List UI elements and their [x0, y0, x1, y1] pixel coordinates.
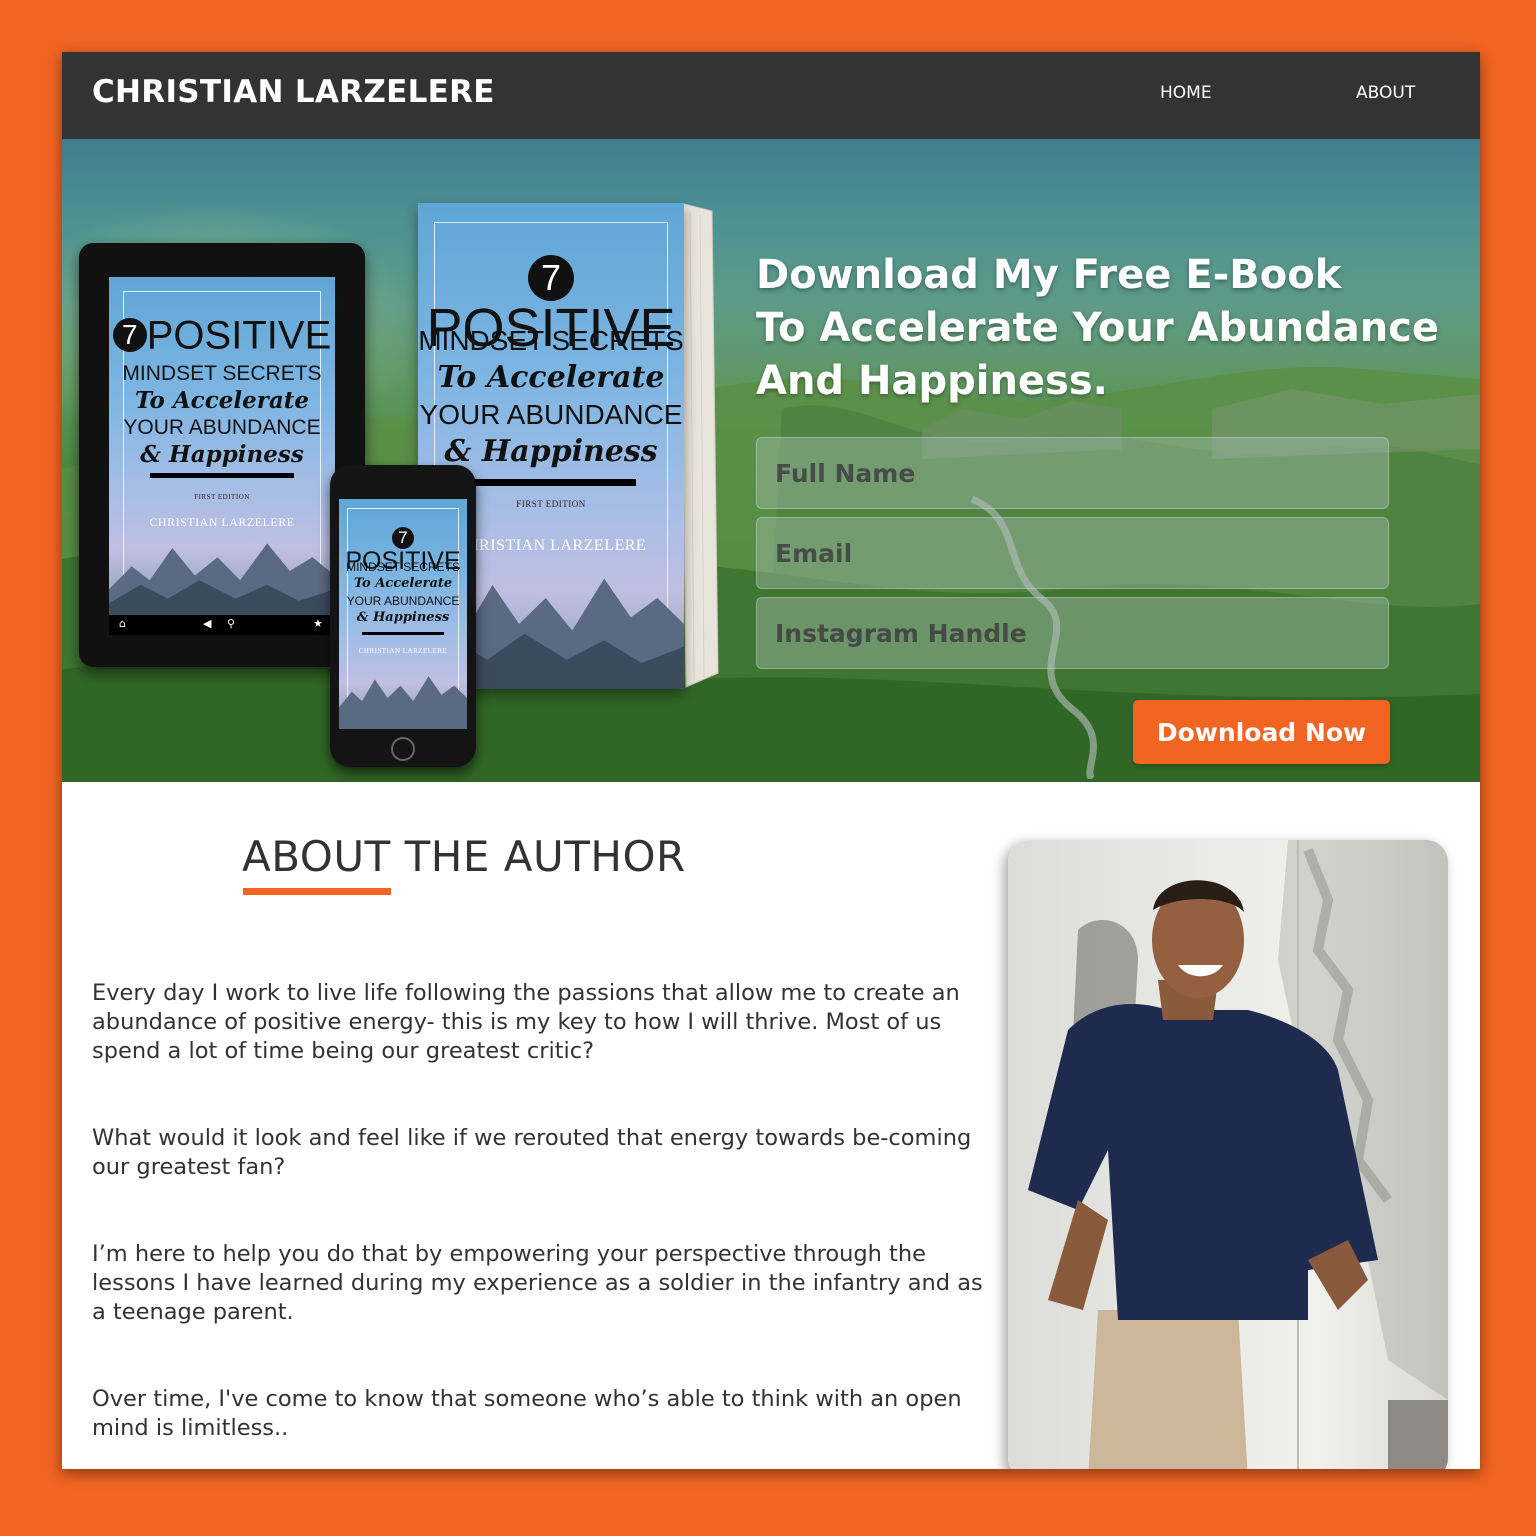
tablet-book-cover: 7 POSITIVE MINDSET SECRETS To Accelerate … — [109, 277, 335, 617]
phone-device: 7POSITIVE MINDSET SECRETS To Accelerate … — [330, 465, 476, 767]
site-brand[interactable]: CHRISTIAN LARZELERE — [92, 74, 495, 110]
top-navigation-bar: CHRISTIAN LARZELERE HOME ABOUT — [62, 52, 1480, 139]
back-arrow-icon: ◀ — [203, 617, 212, 630]
heading-underline — [243, 888, 391, 895]
about-paragraph: Every day I work to live life following … — [92, 980, 960, 1064]
tablet-nav-bar: ⌂ ◀ ⚲ ★ — [109, 615, 335, 635]
about-paragraph: What would it look and feel like if we r… — [92, 1125, 972, 1180]
phone-book-cover: 7POSITIVE MINDSET SECRETS To Accelerate … — [339, 499, 467, 729]
nav-about-link[interactable]: ABOUT — [1356, 83, 1415, 103]
search-icon: ⚲ — [227, 617, 236, 630]
hero-section: 7 POSITIVE MINDSET SECRETS To Accelerate … — [62, 139, 1480, 782]
nav-home-link[interactable]: HOME — [1160, 83, 1212, 103]
hero-headline: Download My Free E-Book To Accelerate Yo… — [756, 252, 1440, 404]
author-photo — [1008, 840, 1448, 1469]
about-heading: ABOUT THE AUTHOR — [242, 832, 686, 881]
download-now-button[interactable]: Download Now — [1133, 700, 1390, 764]
about-paragraph: I’m here to help you do that by empoweri… — [92, 1241, 983, 1325]
full-name-input[interactable] — [756, 437, 1389, 509]
tablet-device: 7 POSITIVE MINDSET SECRETS To Accelerate … — [79, 243, 365, 667]
email-input[interactable] — [756, 517, 1389, 589]
landing-page: CHRISTIAN LARZELERE HOME ABOUT 7 POSITIVE — [62, 52, 1480, 1469]
instagram-handle-input[interactable] — [756, 597, 1389, 669]
phone-home-button — [391, 737, 415, 761]
star-icon: ★ — [313, 617, 323, 630]
about-paragraph: Over time, I've come to know that someon… — [92, 1386, 962, 1441]
home-icon: ⌂ — [119, 617, 126, 630]
